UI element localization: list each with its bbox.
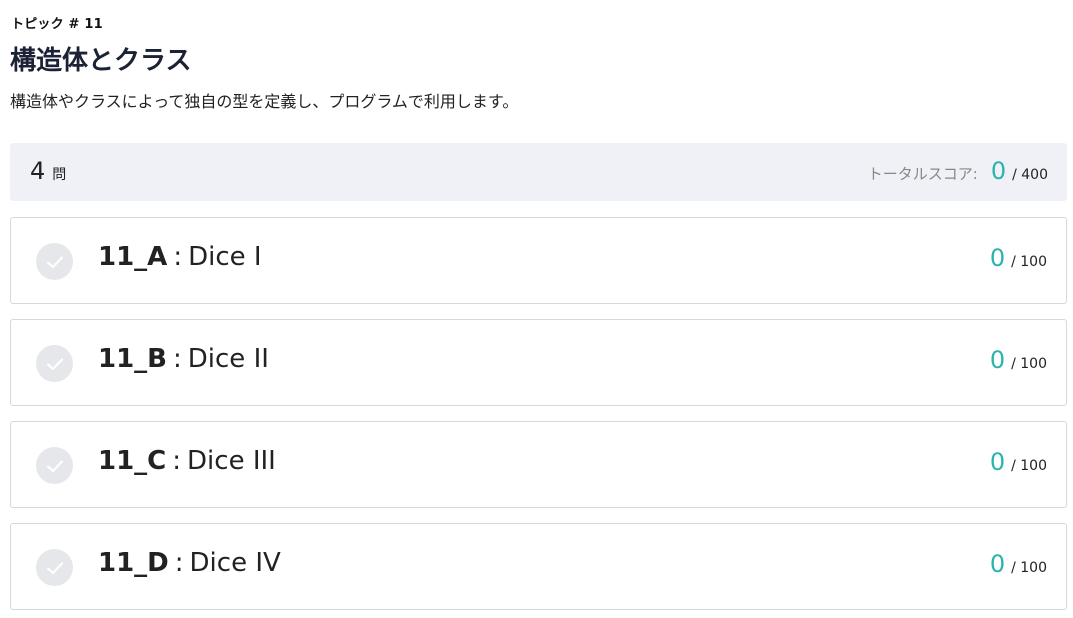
- problem-score-max: / 100: [1011, 254, 1047, 270]
- problem-score-value: 0: [989, 346, 1006, 374]
- problem-separator: :: [173, 344, 182, 374]
- problem-score-max: / 100: [1011, 458, 1047, 474]
- problem-score: 0 / 100: [990, 550, 1047, 578]
- problem-count-number: 4: [30, 157, 46, 185]
- problem-name: Dice III: [187, 446, 276, 476]
- problem-score-value: 0: [989, 550, 1006, 578]
- total-score-value: 0: [990, 157, 1007, 185]
- problem-score-max: / 100: [1011, 356, 1047, 372]
- problem-name: Dice I: [188, 242, 262, 272]
- problem-score: 0 / 100: [990, 448, 1047, 476]
- topic-description: 構造体やクラスによって独自の型を定義し、プログラムで利用します。: [10, 92, 519, 111]
- problem-score: 0 / 100: [990, 346, 1047, 374]
- problem-card-11-d[interactable]: 11_D : Dice IV 0 / 100: [10, 523, 1067, 610]
- problem-separator: :: [174, 548, 184, 578]
- problem-score: 0 / 100: [990, 244, 1047, 272]
- check-icon: [36, 549, 73, 586]
- problem-score-max: / 100: [1011, 560, 1047, 576]
- total-score: トータルスコア: 0 / 400: [868, 157, 1048, 185]
- problem-name: Dice II: [187, 344, 269, 374]
- problem-title[interactable]: 11_B : Dice II: [98, 344, 269, 374]
- total-score-max: / 400: [1012, 167, 1048, 183]
- page-title: 構造体とクラス: [10, 46, 192, 76]
- problem-title[interactable]: 11_D : Dice IV: [98, 548, 281, 578]
- problem-count-unit: 問: [52, 167, 67, 183]
- problem-card-11-c[interactable]: 11_C : Dice III 0 / 100: [10, 421, 1067, 508]
- problem-count: 4 問: [30, 157, 66, 185]
- problem-score-value: 0: [989, 244, 1006, 272]
- problem-separator: :: [172, 446, 182, 476]
- problem-title[interactable]: 11_C : Dice III: [98, 446, 276, 476]
- problem-id: 11_B: [98, 344, 167, 374]
- problem-id: 11_D: [98, 548, 169, 578]
- problem-id: 11_C: [98, 446, 167, 476]
- problem-score-value: 0: [989, 448, 1006, 476]
- problem-list: 11_A : Dice I 0 / 100 11_B : Dice II 0 /…: [10, 217, 1067, 618]
- check-icon: [36, 243, 73, 280]
- total-score-label: トータルスコア:: [867, 165, 978, 183]
- problem-card-11-b[interactable]: 11_B : Dice II 0 / 100: [10, 319, 1067, 406]
- problem-separator: :: [173, 242, 183, 272]
- problem-id: 11_A: [98, 242, 168, 272]
- problem-card-11-a[interactable]: 11_A : Dice I 0 / 100: [10, 217, 1067, 304]
- problem-title[interactable]: 11_A : Dice I: [98, 242, 262, 272]
- topic-number-label: トピック # 11: [11, 17, 103, 32]
- check-icon: [36, 345, 73, 382]
- topic-page: トピック # 11 構造体とクラス 構造体やクラスによって独自の型を定義し、プロ…: [0, 0, 1073, 618]
- check-icon: [36, 447, 73, 484]
- problem-name: Dice IV: [189, 548, 281, 578]
- summary-bar: 4 問 トータルスコア: 0 / 400: [10, 143, 1067, 201]
